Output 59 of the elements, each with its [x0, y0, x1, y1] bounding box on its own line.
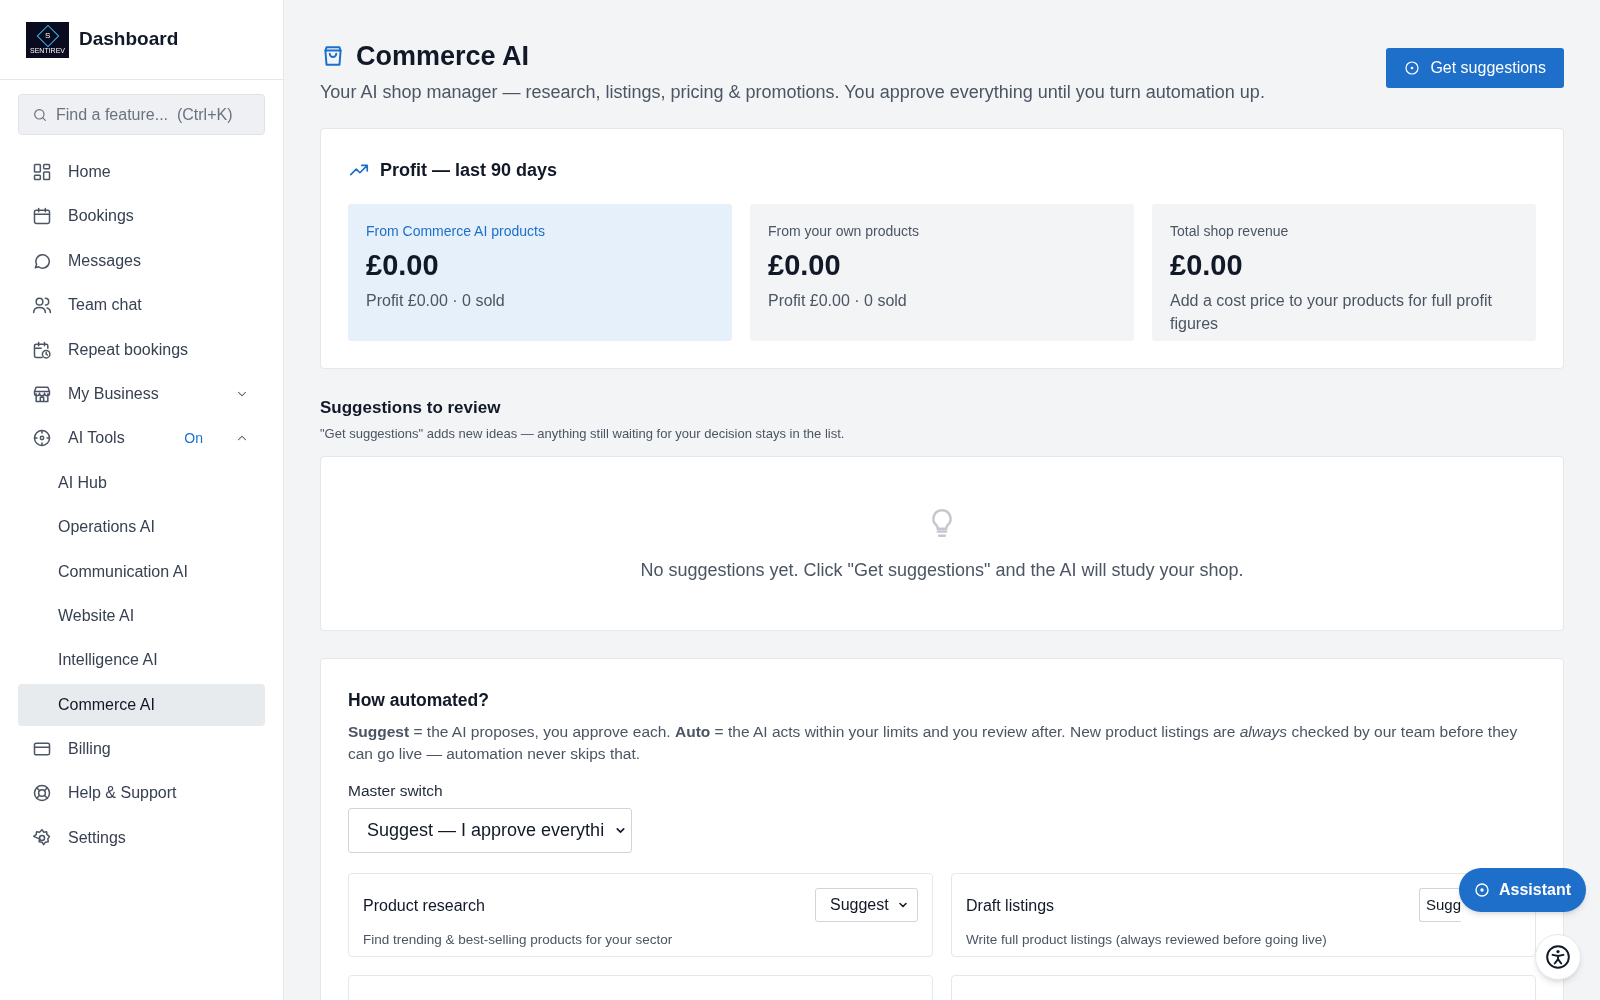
- get-suggestions-button[interactable]: Get suggestions: [1386, 48, 1564, 88]
- target-icon: [1474, 882, 1490, 898]
- stat-value: £0.00: [1170, 247, 1244, 283]
- target-icon: [32, 428, 52, 449]
- status-label: On: [184, 428, 203, 448]
- sidebar-item[interactable]: Billing: [18, 728, 265, 771]
- mode-select[interactable]: Suggest: [815, 888, 918, 922]
- grid-icon: [32, 162, 52, 182]
- stat-label: Total shop revenue: [1170, 221, 1290, 241]
- search-icon: [32, 107, 48, 123]
- sidebar-item[interactable]: Intelligence AI: [18, 639, 265, 682]
- calendar-clock-icon: [32, 339, 52, 360]
- lifebuoy-icon: [32, 783, 52, 804]
- stat-value: £0.00: [768, 247, 842, 283]
- sidebar-item[interactable]: AI Tools On: [18, 417, 265, 460]
- sidebar-item[interactable]: My Business: [18, 372, 265, 415]
- logo-letter: S: [44, 32, 51, 40]
- field-label: Master switch: [348, 780, 444, 801]
- stat-label: From Commerce AI products: [366, 221, 546, 241]
- master-switch-select[interactable]: Suggest — I approve everythi: [348, 808, 632, 853]
- sidebar-item[interactable]: Commerce AI: [18, 683, 265, 726]
- mode-select[interactable]: Sugg: [1419, 888, 1461, 922]
- task-title: Draft listings: [966, 896, 1056, 916]
- assistant-button[interactable]: Assistant: [1459, 868, 1587, 912]
- stat-value: £0.00: [366, 247, 440, 283]
- sidebar-item[interactable]: Messages: [18, 239, 265, 282]
- sidebar-item[interactable]: Team chat: [18, 284, 265, 327]
- stat-note: Profit £0.00 · 0 sold: [366, 291, 506, 311]
- sidebar-item[interactable]: Operations AI: [18, 506, 265, 549]
- sidebar-item[interactable]: Website AI: [18, 594, 265, 637]
- page-subtitle: Your AI shop manager — research, listings, pricing & promotions. You approve everything until you turn automation up.: [320, 80, 1265, 104]
- sidebar-item[interactable]: Help & Support: [18, 772, 265, 815]
- accessibility-icon: [1545, 944, 1571, 970]
- section-title: Suggestions to review: [320, 396, 502, 419]
- settings-icon: [32, 827, 52, 848]
- page-title: Commerce AI: [356, 40, 530, 73]
- section-hint: "Get suggestions" adds new ideas — anything still waiting for your decision stays in the list.: [320, 425, 846, 443]
- stat-note: Add a cost price to your products for full profit figures: [1170, 291, 1493, 334]
- stat-note: Profit £0.00 · 0 sold: [768, 291, 908, 311]
- sidebar-item[interactable]: AI Hub: [18, 461, 265, 504]
- calendar-icon: [32, 206, 52, 227]
- app-title: Dashboard: [79, 27, 179, 52]
- section-title: Profit — last 90 days: [380, 158, 558, 182]
- target-icon: [1404, 60, 1421, 76]
- sidebar-item[interactable]: Home: [18, 151, 265, 193]
- people-icon: [32, 295, 52, 316]
- task-title: Product research: [363, 896, 486, 916]
- search-field[interactable]: Find a feature... (Ctrl+K): [18, 94, 265, 135]
- empty-message: No suggestions yet. Click "Get suggestions" and the AI will study your shop.: [640, 558, 1244, 582]
- sidebar-item[interactable]: Settings: [18, 816, 265, 859]
- section-title: How automated?: [348, 688, 490, 712]
- sidebar-item[interactable]: Repeat bookings: [18, 328, 265, 371]
- stat-label: From your own products: [768, 221, 920, 241]
- task-description: Write full product listings (always reviewed before going live): [966, 931, 1327, 949]
- accessibility-button[interactable]: [1535, 934, 1581, 980]
- sidebar-item[interactable]: Communication AI: [18, 550, 265, 593]
- task-description: Find trending & best-selling products for your sector: [363, 931, 673, 949]
- sidebar-item[interactable]: Bookings: [18, 195, 265, 238]
- automation-explanation: Suggest = the AI proposes, you approve each. Auto = the AI acts within your limits and you review after. New product listings are always checked by our team before they can go live — automation never skips that.: [348, 721, 1519, 764]
